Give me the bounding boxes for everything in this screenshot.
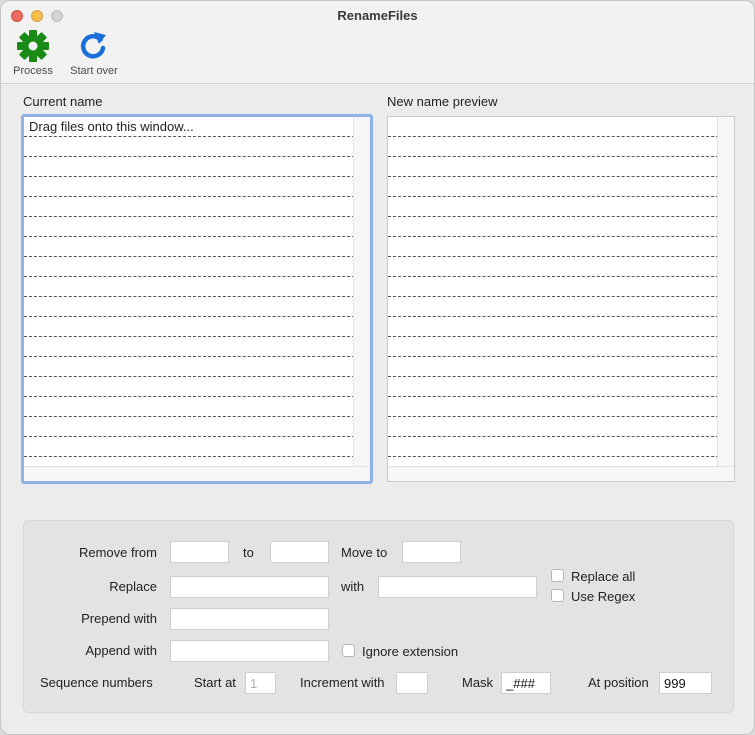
use-regex-label: Use Regex [571,589,636,604]
new-name-preview-list[interactable] [387,116,735,482]
list-item[interactable] [24,437,370,457]
replace-all-label: Replace all [571,569,636,584]
list-item[interactable] [24,397,370,417]
append-with-label: Append with [85,643,157,658]
remove-to-input[interactable] [270,541,329,563]
remove-from-input[interactable] [170,541,229,563]
list-item[interactable] [388,137,734,157]
ignore-extension-checkbox[interactable] [342,644,355,657]
list-item[interactable] [388,117,734,137]
list-item[interactable] [24,337,370,357]
preview-rows [388,117,734,477]
list-item[interactable] [388,277,734,297]
gear-icon [17,30,49,62]
preview-list-vertical-scrollbar[interactable] [717,117,734,481]
mask-label: Mask [462,675,494,690]
current-list-vertical-scrollbar[interactable] [353,117,370,481]
sequence-numbers-label: Sequence numbers [40,675,153,690]
app-window: RenameFiles Process Start over Current n… [0,0,755,735]
list-item[interactable] [388,237,734,257]
list-item[interactable] [388,257,734,277]
new-name-preview-label: New name preview [387,94,498,109]
with-label: with [341,579,365,594]
preview-list-horizontal-scrollbar[interactable] [388,466,734,481]
refresh-icon [80,32,106,59]
list-item[interactable] [388,437,734,457]
append-with-input[interactable] [170,640,329,662]
replace-with-input[interactable] [378,576,537,598]
replace-all-checkbox[interactable] [551,569,564,582]
list-item[interactable] [388,417,734,437]
process-button[interactable]: Process [9,29,57,77]
list-item[interactable] [24,177,370,197]
list-item[interactable] [24,137,370,157]
list-item[interactable]: Drag files onto this window... [24,117,370,137]
current-name-rows: Drag files onto this window... [24,117,370,477]
to-label: to [243,545,254,560]
list-item[interactable] [388,337,734,357]
list-item[interactable] [388,217,734,237]
use-regex-checkbox[interactable] [551,589,564,602]
list-item[interactable] [24,257,370,277]
list-item[interactable] [388,177,734,197]
list-item[interactable] [24,277,370,297]
mask-input[interactable] [501,672,551,694]
start-over-button[interactable]: Start over [65,29,123,77]
list-item[interactable] [24,197,370,217]
increment-with-input[interactable] [396,672,428,694]
at-position-input[interactable] [659,672,712,694]
remove-from-label: Remove from [78,545,157,560]
list-item[interactable] [388,197,734,217]
increment-with-label: Increment with [300,675,385,690]
replace-label: Replace [109,579,157,594]
list-item[interactable] [24,377,370,397]
list-item[interactable] [24,297,370,317]
prepend-with-label: Prepend with [81,611,157,626]
list-item[interactable] [388,397,734,417]
start-over-label: Start over [70,65,118,77]
list-item[interactable] [24,217,370,237]
list-item[interactable] [388,357,734,377]
at-position-label: At position [588,675,649,690]
replace-input[interactable] [170,576,329,598]
title-bar: RenameFiles Process Start over [1,1,754,84]
list-item[interactable] [388,317,734,337]
current-list-horizontal-scrollbar[interactable] [24,466,370,481]
start-at-label: Start at [194,675,236,690]
current-name-label: Current name [23,94,103,109]
list-item[interactable] [388,157,734,177]
prepend-with-input[interactable] [170,608,329,630]
window-title: RenameFiles [337,8,418,23]
list-item[interactable] [24,417,370,437]
ignore-extension-label: Ignore extension [362,644,459,659]
start-at-input[interactable] [245,672,276,694]
options-panel: Remove from to Move to Replace with Repl… [23,520,734,713]
current-name-list[interactable]: Drag files onto this window... [21,114,373,484]
list-item[interactable] [388,377,734,397]
process-label: Process [13,65,53,77]
list-item[interactable] [24,237,370,257]
list-item[interactable] [24,157,370,177]
list-item[interactable] [24,317,370,337]
move-to-input[interactable] [402,541,461,563]
list-item[interactable] [388,297,734,317]
list-item[interactable] [24,357,370,377]
move-to-label: Move to [341,545,388,560]
